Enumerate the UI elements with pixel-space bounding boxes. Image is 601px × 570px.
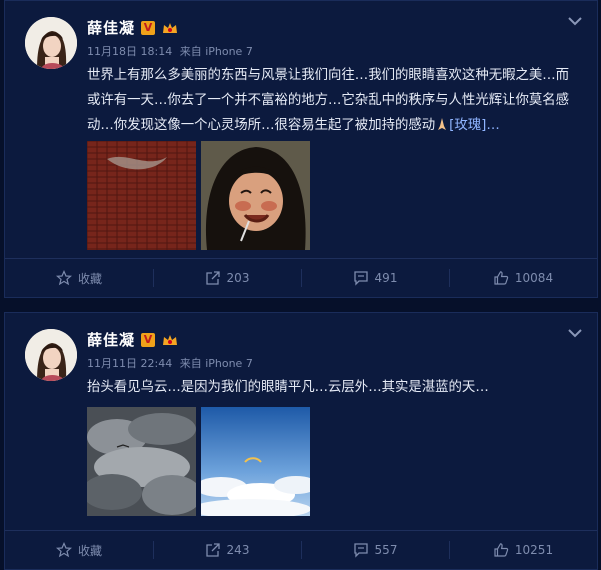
- like-count: 10251: [514, 543, 554, 557]
- like-count: 10084: [514, 271, 554, 285]
- star-icon: [55, 542, 72, 558]
- share-icon: [205, 543, 220, 557]
- favorite-button[interactable]: 收藏: [5, 259, 153, 297]
- avatar-image: [25, 329, 77, 381]
- post-image-blue-sky[interactable]: [201, 407, 310, 516]
- weibo-post: 薛佳凝 V 11月18日 18:14 来自 iPhone 7 世界上有那么多美丽…: [4, 0, 598, 298]
- comment-count: 491: [374, 271, 398, 285]
- post-text: 抬头看见乌云…是因为我们的眼睛平凡…云层外…其实是湛蓝的天…: [87, 375, 575, 400]
- rose-emoji-text: [玫瑰]…: [449, 118, 500, 133]
- member-crown-icon: [163, 22, 178, 33]
- username[interactable]: 薛佳凝: [87, 17, 135, 38]
- comment-count: 557: [374, 543, 398, 557]
- post-source: 来自 iPhone 7: [179, 45, 253, 58]
- avatar[interactable]: [25, 17, 77, 69]
- favorite-label: 收藏: [77, 543, 102, 558]
- praying-hands-icon: [438, 118, 447, 130]
- avatar-image: [25, 17, 77, 69]
- image-grid: [87, 407, 310, 516]
- favorite-button[interactable]: 收藏: [5, 531, 153, 569]
- post-body: 抬头看见乌云…是因为我们的眼睛平凡…云层外…其实是湛蓝的天…: [87, 380, 489, 395]
- repost-count: 243: [226, 543, 250, 557]
- post-source: 来自 iPhone 7: [179, 357, 253, 370]
- action-bar: 收藏 203 491 10084: [5, 258, 597, 297]
- like-button[interactable]: 10084: [449, 259, 597, 297]
- comment-button[interactable]: 491: [301, 259, 449, 297]
- thumbs-up-icon: [494, 271, 509, 285]
- action-bar: 收藏 243 557 10251: [5, 530, 597, 569]
- comment-icon: [353, 271, 368, 286]
- thumbs-up-icon: [494, 543, 509, 557]
- post-date[interactable]: 11月11日 22:44: [87, 357, 172, 370]
- image-grid: [87, 141, 310, 250]
- chevron-down-icon[interactable]: [567, 15, 583, 27]
- comment-button[interactable]: 557: [301, 531, 449, 569]
- share-icon: [205, 271, 220, 285]
- comment-icon: [353, 543, 368, 558]
- verified-badge-icon: V: [141, 20, 156, 35]
- post-date[interactable]: 11月18日 18:14: [87, 45, 172, 58]
- post-image-dark-clouds[interactable]: [87, 407, 196, 516]
- username[interactable]: 薛佳凝: [87, 329, 135, 350]
- verified-badge-icon: V: [141, 332, 156, 347]
- post-text: 世界上有那么多美丽的东西与风景让我们向往…我们的眼睛喜欢这种无暇之美…而或许有一…: [87, 63, 575, 138]
- repost-button[interactable]: 203: [153, 259, 301, 297]
- post-image-red-wall[interactable]: [87, 141, 196, 250]
- avatar[interactable]: [25, 329, 77, 381]
- post-image-smiling-child[interactable]: [201, 141, 310, 250]
- star-icon: [55, 270, 72, 286]
- post-meta: 11月18日 18:14 来自 iPhone 7: [87, 43, 257, 59]
- like-button[interactable]: 10251: [449, 531, 597, 569]
- repost-count: 203: [226, 271, 250, 285]
- post-meta: 11月11日 22:44 来自 iPhone 7: [87, 355, 257, 371]
- favorite-label: 收藏: [77, 271, 102, 286]
- weibo-post: 薛佳凝 V 11月11日 22:44 来自 iPhone 7 抬头看见乌云…是因…: [4, 312, 598, 570]
- chevron-down-icon[interactable]: [567, 327, 583, 339]
- member-crown-icon: [163, 334, 178, 345]
- repost-button[interactable]: 243: [153, 531, 301, 569]
